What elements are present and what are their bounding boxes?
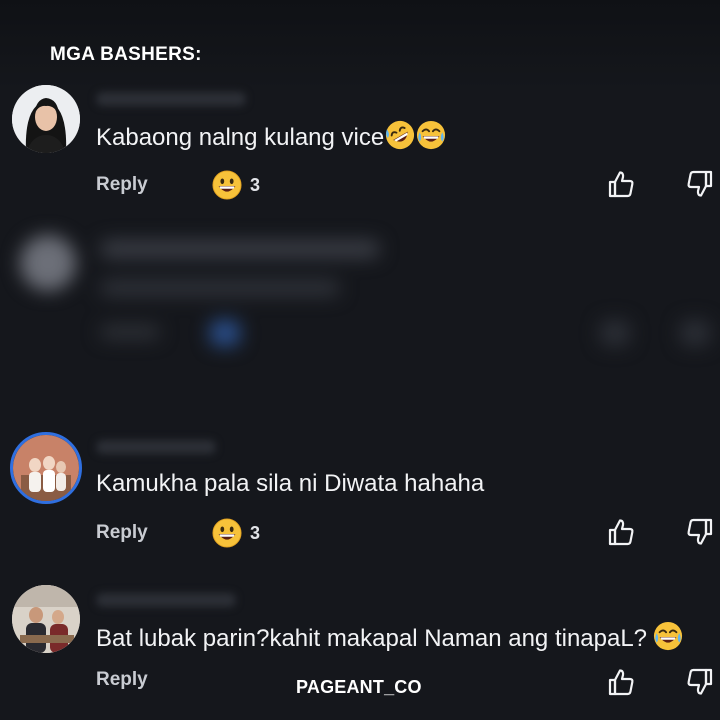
reply-button[interactable]: Reply [96, 522, 148, 544]
comment-text: Kamukha pala sila ni Diwata hahaha [96, 470, 484, 498]
avatar[interactable] [10, 432, 82, 504]
thumbs-up-icon[interactable] [606, 517, 636, 547]
avatar[interactable] [12, 85, 80, 153]
page-title: MGA BASHERS: [50, 44, 202, 65]
comment-text: Kabaong nalng kulang vice [96, 120, 446, 152]
grinning-sweat-emoji [212, 170, 242, 200]
reaction-count: 3 [250, 522, 261, 543]
comment-body: Bat lubak parin?kahit makapal Naman ang … [96, 625, 648, 652]
reply-button[interactable]: Reply [96, 669, 148, 691]
grinning-sweat-emoji [212, 518, 242, 548]
tears-of-joy-emoji [653, 621, 683, 651]
reaction-badge[interactable]: 3 [212, 170, 260, 200]
tears-of-joy-emoji [416, 120, 446, 150]
comment-body: Kabaong nalng kulang vice [96, 124, 385, 151]
thumbs-up-icon[interactable] [606, 169, 636, 199]
watermark: PAGEANT_CO [296, 677, 422, 697]
thumbs-down-icon[interactable] [685, 667, 715, 697]
comment-text: Bat lubak parin?kahit makapal Naman ang … [96, 621, 683, 653]
reaction-badge[interactable]: 3 [212, 518, 260, 548]
rolling-on-floor-laughing-emoji [385, 120, 415, 150]
thumbs-down-icon[interactable] [685, 169, 715, 199]
author-name-blurred [96, 92, 246, 106]
comment-body: Kamukha pala sila ni Diwata hahaha [96, 470, 485, 497]
author-name-blurred [96, 440, 216, 454]
author-name-blurred [96, 593, 236, 607]
reaction-count: 3 [250, 174, 261, 195]
thumbs-down-icon[interactable] [685, 517, 715, 547]
blurred-comment [0, 205, 720, 380]
reply-button[interactable]: Reply [96, 174, 148, 196]
thumbs-up-icon[interactable] [606, 667, 636, 697]
avatar[interactable] [12, 585, 80, 653]
